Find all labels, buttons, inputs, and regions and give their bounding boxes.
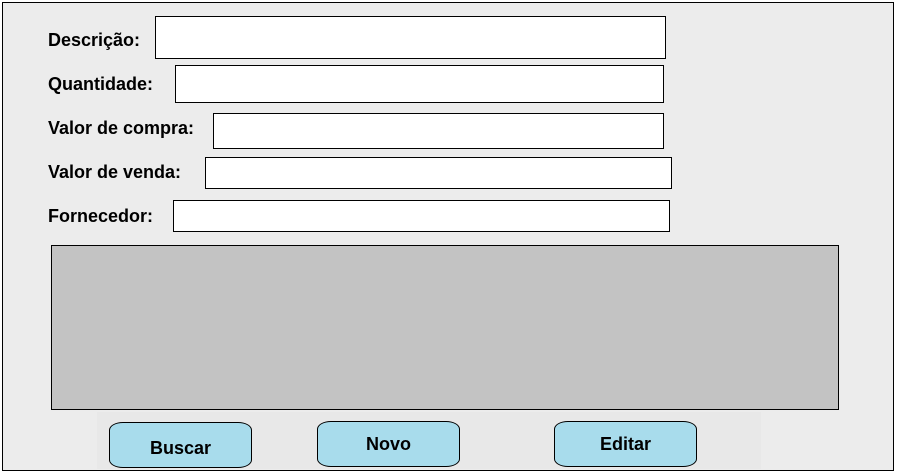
valor-venda-input[interactable] [205, 157, 672, 189]
quantidade-input[interactable] [175, 65, 664, 103]
fornecedor-label: Fornecedor: [48, 206, 154, 226]
results-grid[interactable] [51, 245, 839, 410]
valor-compra-input[interactable] [213, 113, 664, 149]
valor-venda-label: Valor de venda: [48, 162, 182, 182]
product-form-window: Descrição: Quantidade: Valor de compra: … [2, 2, 894, 471]
edit-button[interactable]: Editar [554, 421, 697, 467]
quantidade-label: Quantidade: [48, 74, 154, 94]
fornecedor-input[interactable] [173, 200, 670, 232]
descricao-label: Descrição: [48, 30, 141, 50]
new-button[interactable]: Novo [317, 421, 460, 467]
valor-compra-label: Valor de compra: [48, 118, 195, 138]
descricao-input[interactable] [155, 16, 666, 59]
search-button[interactable]: Buscar [109, 422, 252, 468]
